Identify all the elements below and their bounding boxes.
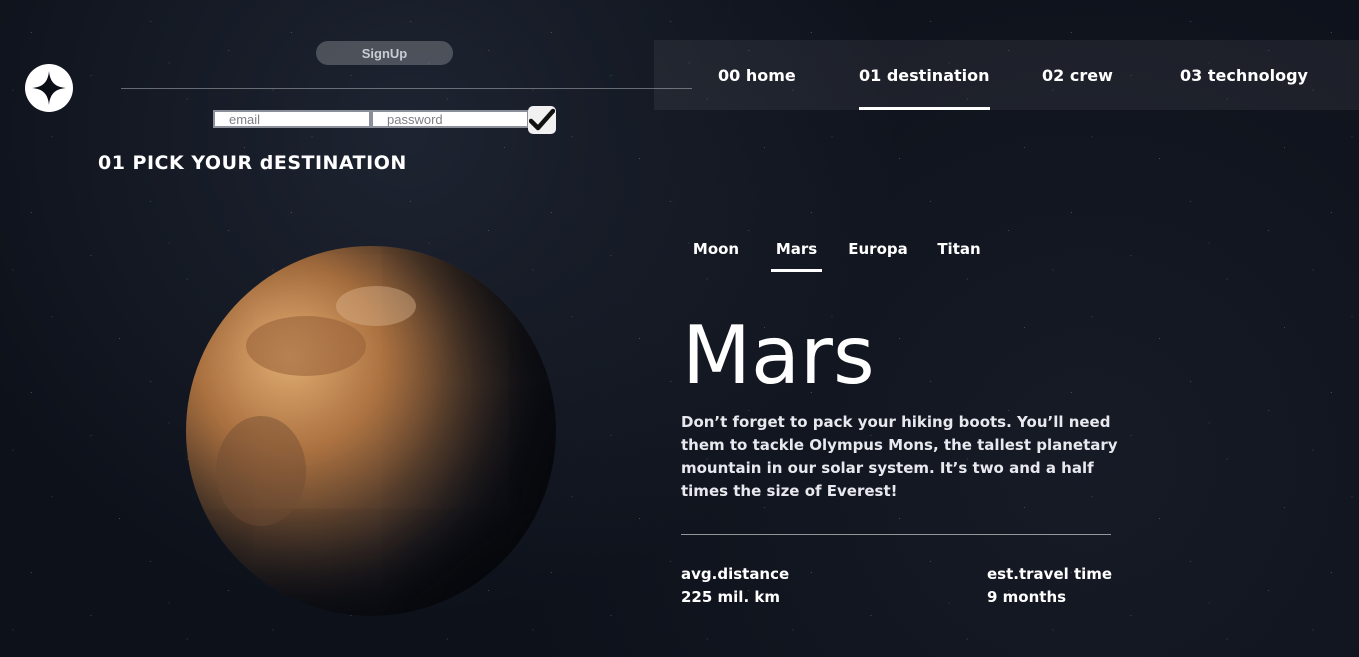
nav-item-technology[interactable]: 03 technology	[1180, 40, 1308, 110]
planet-description: Don’t forget to pack your hiking boots. …	[681, 413, 1118, 500]
stats-divider	[681, 534, 1111, 535]
email-field[interactable]	[213, 110, 371, 128]
tab-titan[interactable]: Titan	[937, 236, 980, 272]
travel-time-value: 9 months	[987, 588, 1067, 606]
page-title: 01 PICK YOUR dESTINATION	[98, 152, 407, 174]
password-field[interactable]	[371, 110, 529, 128]
main-nav: 00 home 01 destination 02 crew 03 techno…	[654, 40, 1359, 110]
travel-time-label: est.travel time	[987, 565, 1113, 583]
planet-name: Mars	[682, 309, 875, 402]
planet-surface-detail	[246, 316, 366, 376]
nav-item-crew[interactable]: 02 crew	[1042, 40, 1113, 110]
planet-surface-detail	[216, 416, 306, 526]
planet-image	[186, 246, 556, 616]
header-divider	[121, 88, 692, 89]
tab-moon[interactable]: Moon	[693, 236, 739, 272]
tab-mars[interactable]: Mars	[771, 236, 822, 272]
signup-button[interactable]: SignUp	[316, 41, 453, 65]
planet-surface-detail	[336, 286, 416, 326]
distance-value: 225 mil. km	[681, 588, 780, 606]
star-logo-icon[interactable]	[25, 64, 73, 112]
nav-item-home[interactable]: 00 home	[718, 40, 796, 110]
nav-item-destination[interactable]: 01 destination	[859, 40, 990, 110]
checkmark-icon[interactable]	[528, 106, 556, 134]
tab-europa[interactable]: Europa	[848, 236, 908, 272]
distance-label: avg.distance	[681, 565, 790, 583]
